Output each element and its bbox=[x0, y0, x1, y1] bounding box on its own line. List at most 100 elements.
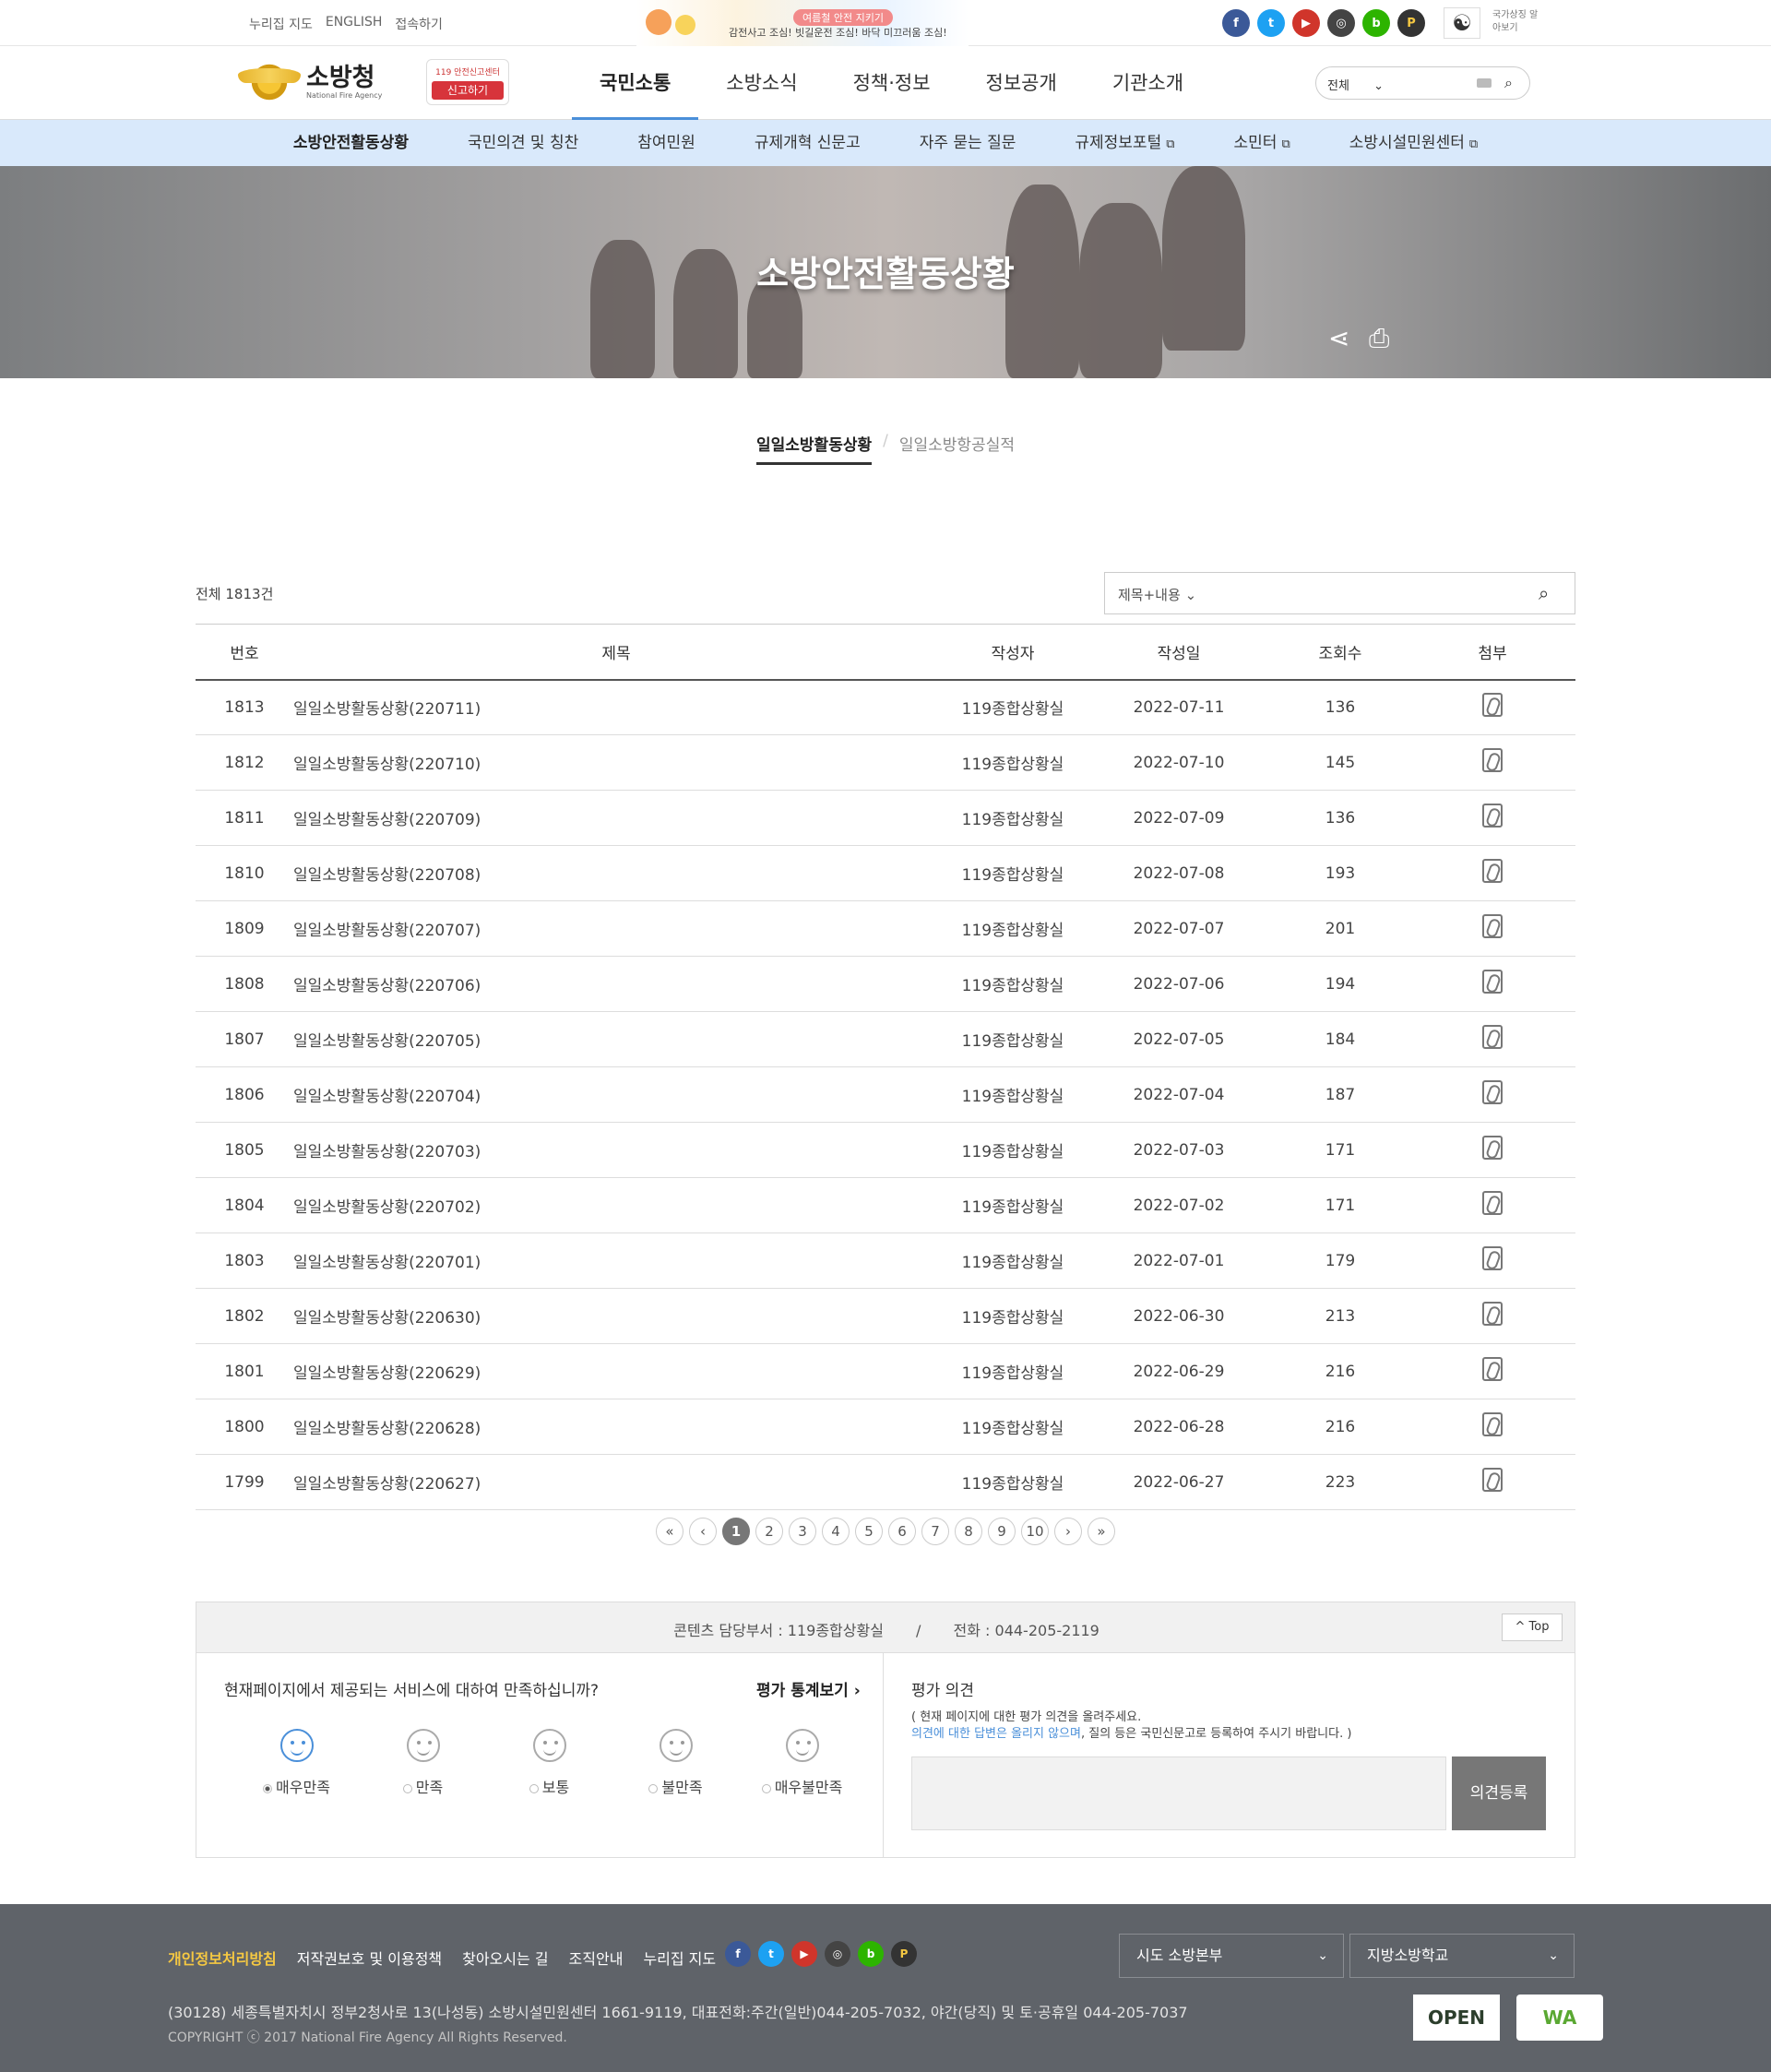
table-row[interactable]: 1810 일일소방활동상황(220708) 119종합상황실 2022-07-08 19… bbox=[196, 845, 1575, 901]
attachment-icon[interactable] bbox=[1482, 748, 1503, 772]
nav-policy[interactable]: 정책·정보 bbox=[826, 46, 958, 120]
national-symbol-link[interactable]: 국가상징 알아보기 bbox=[1492, 9, 1539, 35]
table-row[interactable]: 1802 일일소방활동상황(220630) 119종합상황실 2022-06-30 21… bbox=[196, 1288, 1575, 1344]
taegukgi-icon[interactable]: ☯ bbox=[1444, 7, 1480, 39]
instagram-icon[interactable]: ◎ bbox=[825, 1941, 850, 1967]
subnav-regulation[interactable]: 규제개혁 신문고 bbox=[725, 120, 890, 166]
table-row[interactable]: 1808 일일소방활동상황(220706) 119종합상황실 2022-07-06 19… bbox=[196, 956, 1575, 1012]
attachment-icon[interactable] bbox=[1482, 1468, 1503, 1492]
search-icon[interactable]: ⌕ bbox=[1504, 74, 1513, 92]
print-icon[interactable]: ⎙ bbox=[1369, 323, 1389, 354]
subnav-sominter[interactable]: 소민터 ⧉ bbox=[1205, 120, 1320, 166]
tab-daily-activity[interactable]: 일일소방활동상황 bbox=[756, 432, 873, 465]
page-link[interactable]: 9 bbox=[988, 1518, 1016, 1545]
row-title[interactable]: 일일소방활동상황(220627) bbox=[293, 1454, 939, 1510]
table-row[interactable]: 1805 일일소방활동상황(220703) 119종합상황실 2022-07-03 17… bbox=[196, 1122, 1575, 1178]
copyright-policy-link[interactable]: 저작권보호 및 이용정책 bbox=[297, 1947, 442, 1969]
attachment-icon[interactable] bbox=[1482, 970, 1503, 994]
subnav-activity-status[interactable]: 소방안전활동상황 bbox=[264, 120, 438, 166]
table-row[interactable]: 1804 일일소방활동상황(220702) 119종합상황실 2022-07-02 17… bbox=[196, 1177, 1575, 1233]
survey-stats-link[interactable]: 평가 통계보기 › bbox=[756, 1677, 861, 1700]
table-row[interactable]: 1800 일일소방활동상황(220628) 119종합상황실 2022-06-28 21… bbox=[196, 1399, 1575, 1455]
row-title[interactable]: 일일소방활동상황(220704) bbox=[293, 1066, 939, 1123]
survey-option[interactable]: 매우만족 bbox=[233, 1729, 360, 1797]
page-link[interactable]: 6 bbox=[888, 1518, 916, 1545]
youtube-icon[interactable]: ▶ bbox=[791, 1941, 817, 1967]
list-search-scope[interactable]: 제목+내용 ⌄ bbox=[1118, 585, 1196, 604]
attachment-icon[interactable] bbox=[1482, 1136, 1503, 1160]
radio-button[interactable] bbox=[529, 1783, 539, 1793]
tab-daily-aviation[interactable]: 일일소방항공실적 bbox=[899, 432, 1015, 465]
access-link[interactable]: 접속하기 bbox=[395, 15, 443, 33]
row-title[interactable]: 일일소방활동상황(220708) bbox=[293, 845, 939, 901]
attachment-icon[interactable] bbox=[1482, 914, 1503, 938]
twitter-icon[interactable]: t bbox=[1257, 9, 1285, 37]
search-icon[interactable]: ⌕ bbox=[1539, 582, 1549, 604]
page-link[interactable]: 5 bbox=[855, 1518, 883, 1545]
radio-button[interactable] bbox=[648, 1783, 659, 1793]
subnav-opinion[interactable]: 국민의견 및 칭찬 bbox=[438, 120, 608, 166]
page-link[interactable]: 7 bbox=[921, 1518, 949, 1545]
page-link[interactable]: 3 bbox=[789, 1518, 816, 1545]
table-row[interactable]: 1806 일일소방활동상황(220704) 119종합상황실 2022-07-04 18… bbox=[196, 1066, 1575, 1123]
page-link[interactable]: 4 bbox=[822, 1518, 850, 1545]
last-page-icon[interactable]: » bbox=[1088, 1518, 1115, 1545]
row-title[interactable]: 일일소방활동상황(220702) bbox=[293, 1177, 939, 1233]
fire-school-select[interactable]: 지방소방학교 ⌄ bbox=[1349, 1934, 1575, 1978]
table-row[interactable]: 1809 일일소방활동상황(220707) 119종합상황실 2022-07-07 20… bbox=[196, 900, 1575, 957]
sitemap-link[interactable]: 누리집 지도 bbox=[249, 15, 313, 33]
attachment-icon[interactable] bbox=[1482, 1302, 1503, 1326]
attachment-icon[interactable] bbox=[1482, 1080, 1503, 1104]
radio-button[interactable] bbox=[761, 1783, 771, 1793]
attachment-icon[interactable] bbox=[1482, 859, 1503, 883]
nav-news[interactable]: 소방소식 bbox=[698, 46, 825, 120]
facebook-icon[interactable]: f bbox=[725, 1941, 751, 1967]
table-row[interactable]: 1803 일일소방활동상황(220701) 119종합상황실 2022-07-01 17… bbox=[196, 1232, 1575, 1289]
survey-option[interactable]: 불만족 bbox=[612, 1729, 739, 1797]
top-button[interactable]: ^ Top bbox=[1502, 1614, 1563, 1641]
attachment-icon[interactable] bbox=[1482, 1246, 1503, 1270]
report-button[interactable]: 신고하기 bbox=[432, 81, 504, 100]
attachment-icon[interactable] bbox=[1482, 1412, 1503, 1436]
row-title[interactable]: 일일소방활동상황(220711) bbox=[293, 679, 939, 735]
twitter-icon[interactable]: t bbox=[758, 1941, 784, 1967]
prev-page-icon[interactable]: ‹ bbox=[689, 1518, 717, 1545]
search-scope-select[interactable]: 전체 ⌄ bbox=[1327, 76, 1384, 93]
radio-button[interactable] bbox=[402, 1783, 412, 1793]
attachment-icon[interactable] bbox=[1482, 804, 1503, 828]
row-title[interactable]: 일일소방활동상황(220628) bbox=[293, 1399, 939, 1455]
table-row[interactable]: 1807 일일소방활동상황(220705) 119종합상황실 2022-07-05 18… bbox=[196, 1011, 1575, 1067]
attachment-icon[interactable] bbox=[1482, 1025, 1503, 1049]
attachment-icon[interactable] bbox=[1482, 693, 1503, 718]
subnav-faq[interactable]: 자주 묻는 질문 bbox=[890, 120, 1046, 166]
sitemap-link[interactable]: 누리집 지도 bbox=[643, 1947, 716, 1969]
opinion-textarea[interactable] bbox=[911, 1756, 1446, 1830]
survey-option[interactable]: 보통 bbox=[486, 1729, 612, 1797]
table-row[interactable]: 1813 일일소방활동상황(220711) 119종합상황실 2022-07-11 13… bbox=[196, 679, 1575, 735]
directions-link[interactable]: 찾아오시는 길 bbox=[462, 1947, 548, 1969]
header-search[interactable]: 전체 ⌄ ⌕ bbox=[1315, 66, 1530, 100]
page-link[interactable]: 1 bbox=[722, 1518, 750, 1545]
nav-disclosure[interactable]: 정보공개 bbox=[958, 46, 1085, 120]
organization-link[interactable]: 조직안내 bbox=[569, 1947, 624, 1969]
survey-option[interactable]: 매우불만족 bbox=[739, 1729, 865, 1797]
row-title[interactable]: 일일소방활동상황(220703) bbox=[293, 1122, 939, 1178]
subnav-facility-center[interactable]: 소방시설민원센터 ⧉ bbox=[1320, 120, 1507, 166]
page-link[interactable]: 8 bbox=[955, 1518, 982, 1545]
row-title[interactable]: 일일소방활동상황(220707) bbox=[293, 900, 939, 957]
table-row[interactable]: 1801 일일소방활동상황(220629) 119종합상황실 2022-06-29 21… bbox=[196, 1343, 1575, 1399]
privacy-policy-link[interactable]: 개인정보처리방침 bbox=[168, 1947, 277, 1969]
blog-icon[interactable]: b bbox=[1362, 9, 1390, 37]
row-title[interactable]: 일일소방활동상황(220710) bbox=[293, 734, 939, 791]
next-page-icon[interactable]: › bbox=[1054, 1518, 1082, 1545]
row-title[interactable]: 일일소방활동상황(220630) bbox=[293, 1288, 939, 1344]
table-row[interactable]: 1812 일일소방활동상황(220710) 119종합상황실 2022-07-10 14… bbox=[196, 734, 1575, 791]
subnav-regulation-portal[interactable]: 규제정보포털 ⧉ bbox=[1045, 120, 1204, 166]
instagram-icon[interactable]: ◎ bbox=[1327, 9, 1355, 37]
provincial-hq-select[interactable]: 시도 소방본부 ⌄ bbox=[1119, 1934, 1344, 1978]
row-title[interactable]: 일일소방활동상황(220706) bbox=[293, 956, 939, 1012]
nav-about[interactable]: 기관소개 bbox=[1085, 46, 1211, 120]
row-title[interactable]: 일일소방활동상황(220701) bbox=[293, 1232, 939, 1289]
blog-icon[interactable]: b bbox=[858, 1941, 884, 1967]
row-title[interactable]: 일일소방활동상황(220629) bbox=[293, 1343, 939, 1399]
